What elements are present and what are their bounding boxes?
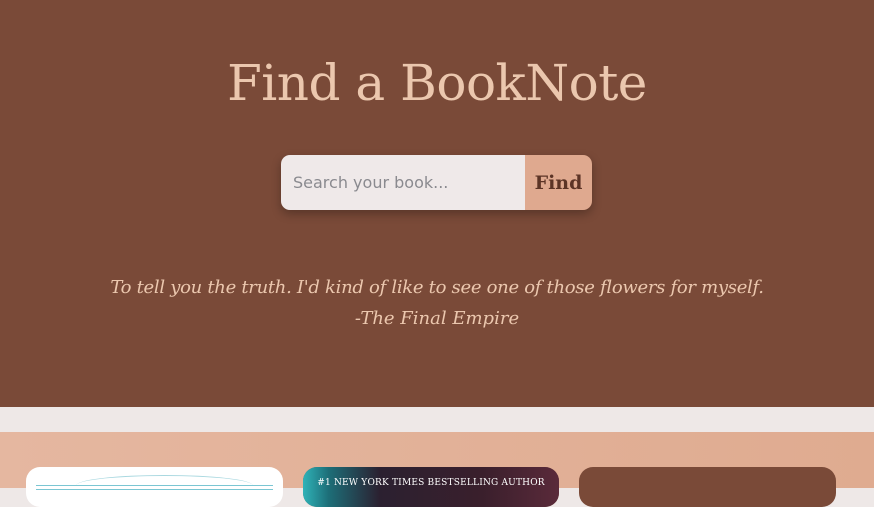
- book-cover-text: #1 NEW YORK TIMES BESTSELLING AUTHOR: [317, 478, 545, 488]
- book-card[interactable]: [579, 467, 836, 507]
- search-input[interactable]: [281, 155, 525, 210]
- find-button[interactable]: Find: [525, 155, 592, 210]
- quote-block: To tell you the truth. I'd kind of like …: [0, 272, 874, 334]
- hero-section: Find a BookNote Find To tell you the tru…: [0, 0, 874, 407]
- page-title: Find a BookNote: [227, 54, 647, 112]
- book-card[interactable]: [26, 467, 283, 507]
- book-card[interactable]: #1 NEW YORK TIMES BESTSELLING AUTHOR: [303, 467, 559, 507]
- quote-text: To tell you the truth. I'd kind of like …: [110, 277, 764, 298]
- search-form: Find: [281, 155, 592, 210]
- quote-source: -The Final Empire: [354, 308, 520, 329]
